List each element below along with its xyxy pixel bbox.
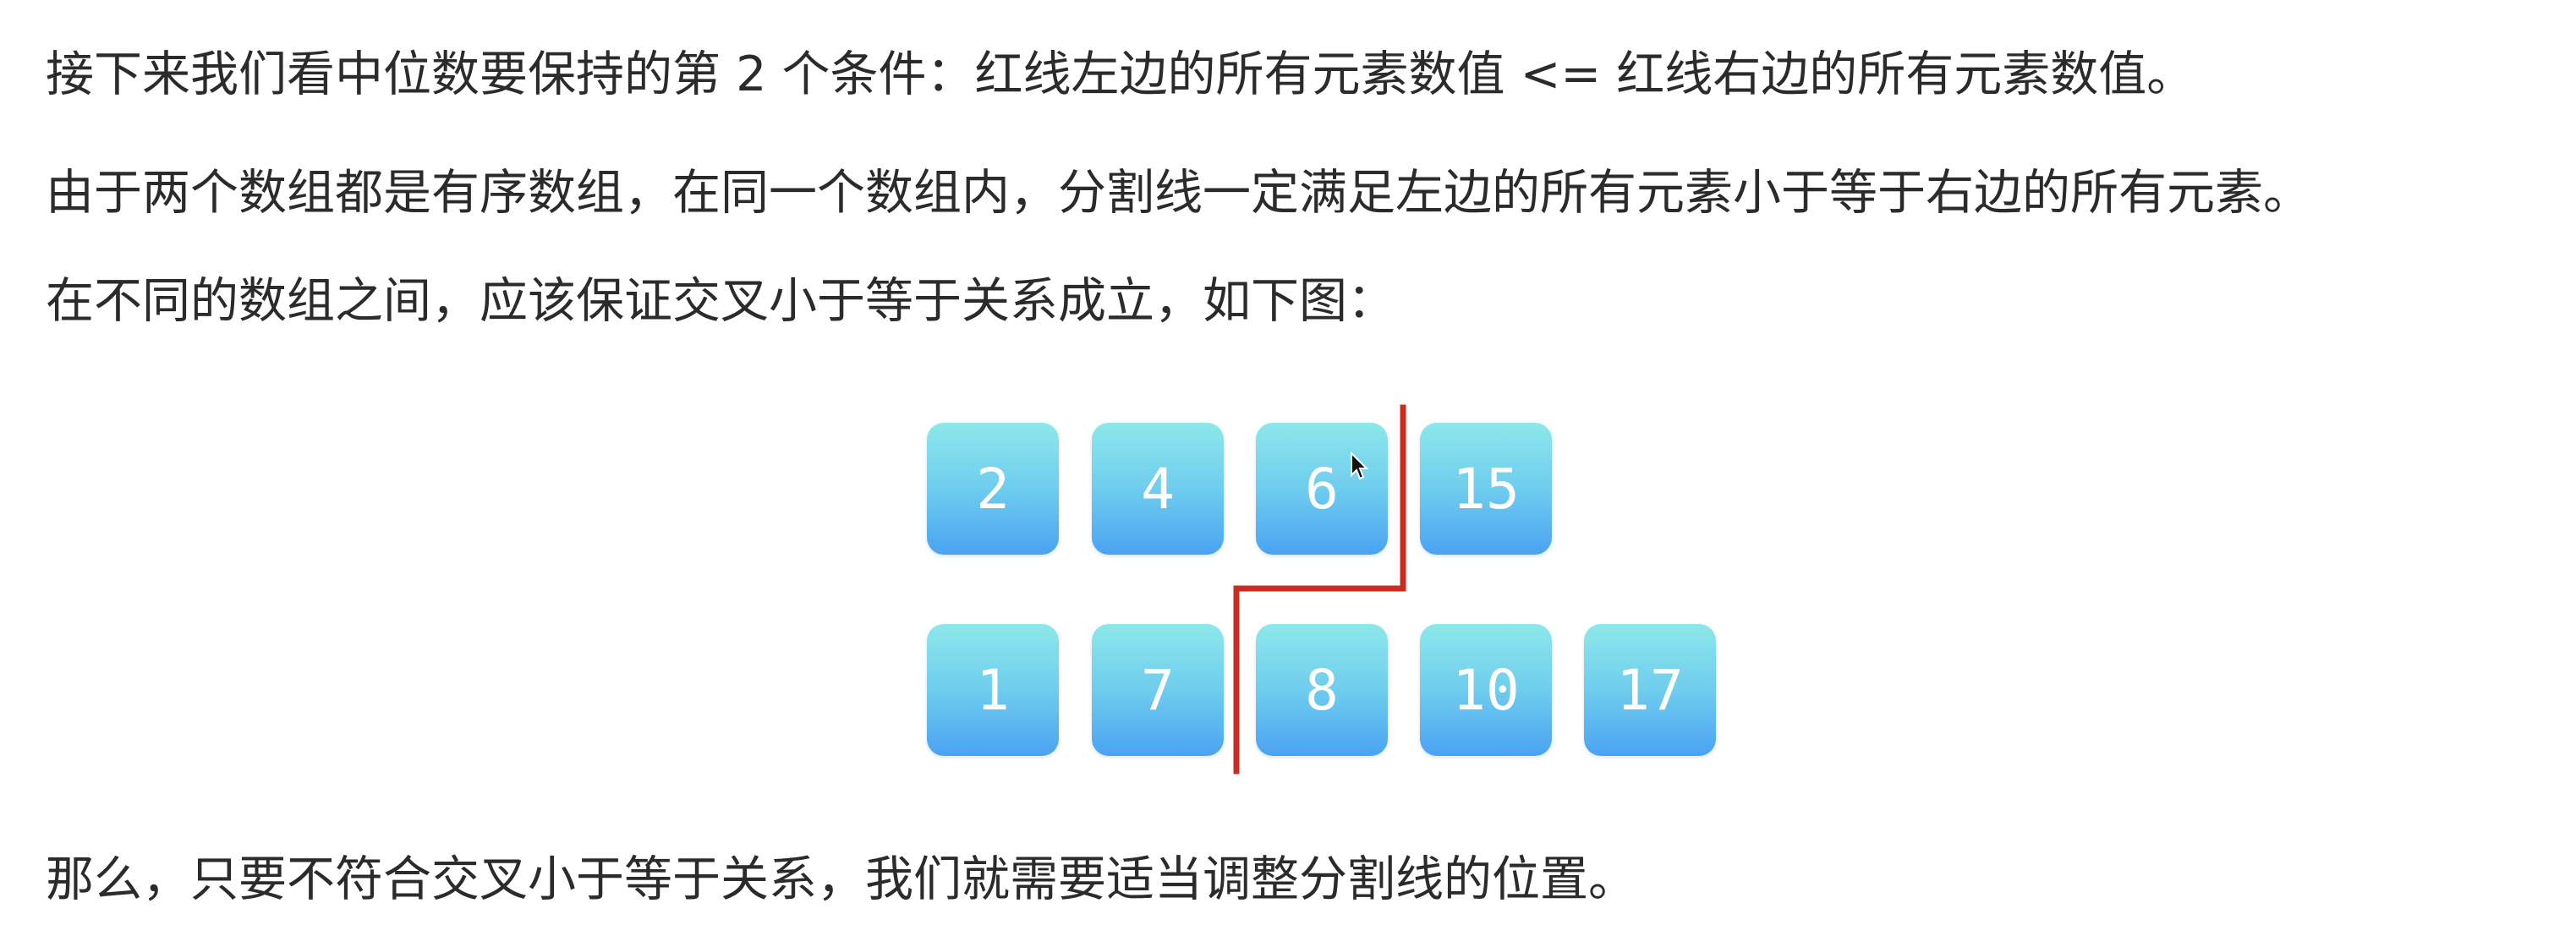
top-array-cell: 6 xyxy=(1256,423,1388,555)
bottom-array-cell: 17 xyxy=(1584,624,1716,756)
bottom-array-cell: 8 xyxy=(1256,624,1388,756)
paragraph-sorted-arrays: 由于两个数组都是有序数组，在同一个数组内，分割线一定满足左边的所有元素小于等于右… xyxy=(46,165,2311,221)
top-array-cell: 2 xyxy=(927,423,1059,555)
bottom-array-cell: 1 xyxy=(927,624,1059,756)
bottom-array-cell: 7 xyxy=(1092,624,1224,756)
paragraph-adjust-split: 那么，只要不符合交叉小于等于关系，我们就需要适当调整分割线的位置。 xyxy=(46,851,1636,907)
paragraph-condition-2: 接下来我们看中位数要保持的第 2 个条件：红线左边的所有元素数值 <= 红线右边… xyxy=(46,47,2195,102)
top-array-cell: 4 xyxy=(1092,423,1224,555)
mouse-pointer-icon xyxy=(1351,452,1369,480)
top-array-cell: 15 xyxy=(1420,423,1552,555)
bottom-array-cell: 10 xyxy=(1420,624,1552,756)
paragraph-cross-relation: 在不同的数组之间，应该保证交叉小于等于关系成立，如下图： xyxy=(46,273,1395,329)
